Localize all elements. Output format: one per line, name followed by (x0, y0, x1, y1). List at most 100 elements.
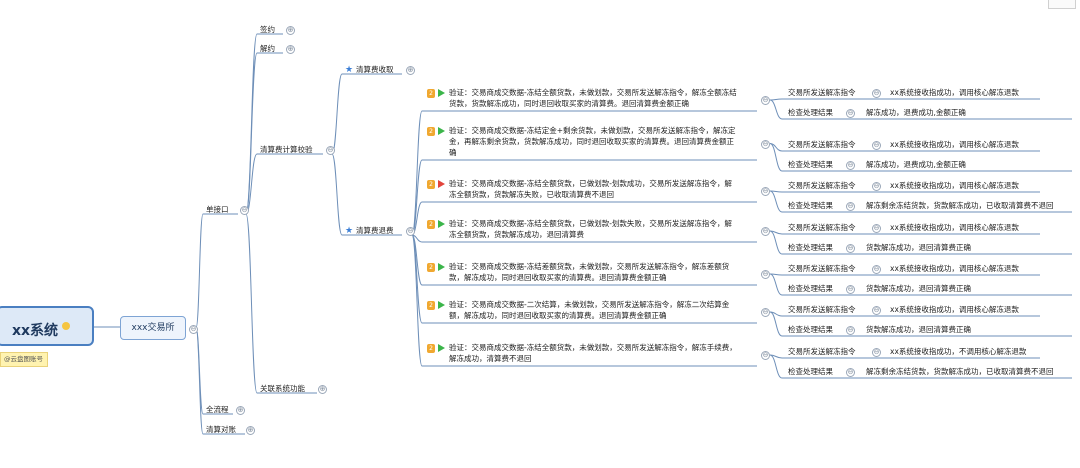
case-text-line[interactable]: 货款，货款解冻成功，同时退回收取买家的清算费。退回清算费金额正确 (449, 99, 689, 109)
step-send-unfreeze[interactable]: 交易所发送解冻指令 (788, 347, 856, 357)
branch-full[interactable]: 全流程 (206, 405, 229, 415)
collapse-icon[interactable]: ⊖ (846, 109, 855, 118)
step-result: xx系统接收指成功，调用核心解冻退款 (890, 140, 1019, 149)
step-result: xx系统接收指成功，调用核心解冻退款 (890, 88, 1019, 97)
collapse-icon[interactable]: ⊖ (872, 224, 881, 233)
connector-line (769, 99, 783, 120)
collapse-icon[interactable]: ⊖ (846, 161, 855, 170)
sun-icon (62, 322, 70, 330)
case-text-line[interactable]: 金，再解冻剩余货款，货款解冻成功，同时退回收取买家的清算费。退回清算费金额正 (449, 137, 734, 147)
collapse-icon[interactable]: ⊖ (846, 285, 855, 294)
collapse-icon[interactable]: ⊖ (406, 227, 415, 236)
case-text-line[interactable]: 验证：交易商成交数据-冻结全额货款，未做划款，交易所发送解冻指令，解冻手续费， (449, 343, 737, 353)
case-text-line[interactable]: 冻全额货款，货款解冻失败，已收取清算费不退回 (449, 190, 614, 200)
step-result: 货款解冻成功，退回清算费正确 (866, 284, 971, 293)
collapse-icon[interactable]: ⊖ (761, 139, 770, 149)
collapse-icon[interactable]: ⊖ (761, 308, 770, 317)
case-text-line[interactable]: 确 (449, 148, 457, 158)
connector-line (769, 190, 783, 213)
collapse-icon[interactable]: ⊖ (846, 368, 855, 377)
collapse-icon[interactable]: ⊖ (872, 89, 881, 98)
case-text-line[interactable]: 验证：交易商成交数据-冻结定金+剩余货款，未做划款，交易所发送解冻指令，解冻定 (449, 126, 736, 136)
step-send-unfreeze[interactable]: 交易所发送解冻指令 (788, 88, 856, 98)
connector-line (769, 354, 783, 379)
step-result: 解冻成功，退费成功,金额正确 (866, 160, 966, 169)
collapse-icon[interactable]: ⊖ (872, 306, 881, 315)
step-send-unfreeze[interactable]: 交易所发送解冻指令 (788, 305, 856, 315)
collapse-icon[interactable]: ⊖ (761, 187, 770, 196)
connector-line (195, 327, 204, 435)
step-send-unfreeze[interactable]: 交易所发送解冻指令 (788, 223, 856, 233)
collapse-icon[interactable]: ⊖ (872, 141, 881, 150)
flag-icon (438, 180, 445, 188)
case-text-line[interactable]: 验证：交易商成交数据-冻结全额货款，未做划款，交易所发送解冻指令，解冻全额冻结 (449, 88, 737, 98)
collapse-icon[interactable]: ⊖ (872, 182, 881, 191)
branch-fee-check[interactable]: 清算费计算校验 (260, 145, 313, 155)
priority-icon: 2 (427, 301, 435, 310)
step-result: 解冻剩余冻结货款，货款解冻成功，已收取清算费不退回 (866, 367, 1054, 376)
step-send-unfreeze[interactable]: 交易所发送解冻指令 (788, 181, 856, 191)
collapse-icon[interactable]: ⊖ (846, 202, 855, 211)
root-node[interactable]: xx系统 (0, 306, 94, 346)
step-check-result[interactable]: 检查处理结果 (788, 367, 833, 377)
case-text-line[interactable]: 解冻成功，清算费不退回 (449, 354, 532, 364)
step-result: 货款解冻成功，退回清算费正确 (866, 243, 971, 252)
case-text-line[interactable]: 额，解冻成功，同时退回收取买家的清算费。退回清算费金额正确 (449, 311, 667, 321)
branch-fee-collect[interactable]: 清算费收取 (356, 65, 394, 75)
connector-line (769, 273, 783, 296)
step-result: xx系统接收指成功，调用核心解冻退款 (890, 305, 1019, 314)
flag-icon (438, 263, 445, 271)
root-note: @云盘图账号 (0, 352, 48, 367)
step-result: xx系统接收指成功，调用核心解冻退款 (890, 181, 1019, 190)
branch-unsign[interactable]: 解约 (260, 44, 275, 54)
flag-icon (438, 301, 445, 309)
expand-icon[interactable]: ⊕ (406, 66, 415, 75)
case-text-line[interactable]: 款，解冻成功，同时退回收取买家的清算费。退回清算费金额正确 (449, 273, 667, 283)
step-check-result[interactable]: 检查处理结果 (788, 325, 833, 335)
collapse-icon[interactable]: ⊖ (761, 227, 770, 236)
connector-line (769, 230, 783, 255)
case-text-line[interactable]: 冻全额货款，货款解冻成功，退回清算费 (449, 230, 584, 240)
step-check-result[interactable]: 检查处理结果 (788, 160, 833, 170)
case-text-line[interactable]: 验证：交易商成交数据-二次结算，未做划款，交易所发送解冻指令，解冻二次结算金 (449, 300, 729, 310)
expand-icon[interactable]: ⊕ (286, 26, 295, 35)
step-result: 货款解冻成功，退回清算费正确 (866, 325, 971, 334)
priority-icon: 2 (427, 344, 435, 353)
branch-related[interactable]: 关联系统功能 (260, 384, 305, 394)
expand-icon[interactable]: ⊕ (246, 426, 255, 435)
expand-icon[interactable]: ⊕ (318, 385, 327, 394)
case-text-line[interactable]: 验证：交易商成交数据-冻结差额货款，未做划款，交易所发送解冻指令，解冻差额货 (449, 262, 729, 272)
branch-single[interactable]: 单接口 (206, 205, 229, 215)
case-text-line[interactable]: 验证：交易商成交数据-冻结全额货款，已做划款-划款成功，交易所发送解冻指令，解 (449, 179, 732, 189)
collapse-icon[interactable]: ⊖ (189, 325, 198, 334)
collapse-icon[interactable]: ⊖ (846, 326, 855, 335)
step-check-result[interactable]: 检查处理结果 (788, 108, 833, 118)
branch-fee-refund[interactable]: 清算费退费 (356, 226, 394, 236)
case-text-line[interactable]: 验证：交易商成交数据-冻结全额货款，已做划款-划款失败，交易所发送解冻指令，解 (449, 219, 732, 229)
branch-sign[interactable]: 签约 (260, 25, 275, 35)
branch-reconcile[interactable]: 清算对账 (206, 425, 236, 435)
collapse-icon[interactable]: ⊖ (761, 96, 770, 105)
expand-icon[interactable]: ⊕ (236, 406, 245, 415)
collapse-icon[interactable]: ⊖ (872, 348, 881, 357)
step-check-result[interactable]: 检查处理结果 (788, 201, 833, 211)
step-send-unfreeze[interactable]: 交易所发送解冻指令 (788, 140, 856, 150)
connector-line (245, 213, 258, 394)
priority-icon: 2 (427, 180, 435, 189)
connector-line (769, 98, 783, 101)
step-result: 解冻剩余冻结货款，货款解冻成功，已收取清算费不退回 (866, 201, 1054, 210)
expand-icon[interactable]: ⊕ (286, 45, 295, 54)
priority-icon: 2 (427, 127, 435, 136)
step-send-unfreeze[interactable]: 交易所发送解冻指令 (788, 264, 856, 274)
exchange-node[interactable]: xxx交易所 (120, 316, 186, 340)
collapse-icon[interactable]: ⊖ (240, 206, 249, 215)
step-check-result[interactable]: 检查处理结果 (788, 243, 833, 253)
collapse-icon[interactable]: ⊖ (761, 270, 770, 279)
step-check-result[interactable]: 检查处理结果 (788, 284, 833, 294)
collapse-icon[interactable]: ⊖ (761, 351, 770, 360)
step-result: xx系统接收指成功，不调用核心解冻退款 (890, 347, 1027, 356)
collapse-icon[interactable]: ⊖ (326, 146, 335, 155)
collapse-icon[interactable]: ⊖ (872, 265, 881, 274)
collapse-icon[interactable]: ⊖ (846, 244, 855, 253)
priority-icon: 2 (427, 263, 435, 272)
